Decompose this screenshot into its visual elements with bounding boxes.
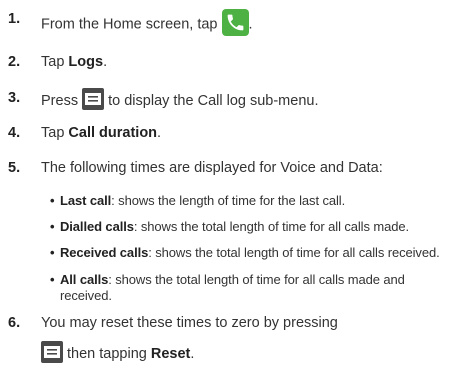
step-number: 2. bbox=[8, 54, 21, 70]
menu-key-icon bbox=[41, 341, 63, 363]
step-text: Press bbox=[41, 92, 83, 109]
step-text: Tap bbox=[41, 54, 69, 70]
step-number: 4. bbox=[8, 125, 21, 141]
step-text: then tapping bbox=[63, 345, 151, 362]
step-text: The following times are displayed for Vo… bbox=[41, 160, 383, 176]
step-text: Tap bbox=[41, 125, 69, 141]
bullet-term: Last call bbox=[60, 193, 112, 208]
step-text-end: . bbox=[103, 54, 108, 70]
bullet-dialled-calls: • Dialled calls: shows the total length o… bbox=[50, 219, 409, 235]
step-text: You may reset these times to zero by pre… bbox=[41, 315, 338, 331]
bullet-term: Dialled calls bbox=[60, 219, 134, 234]
step-number: 5. bbox=[8, 160, 21, 176]
bullet-received-calls: • Received calls: shows the total length … bbox=[50, 245, 440, 261]
step-number: 6. bbox=[8, 315, 21, 331]
step-text-end: to display the Call log sub-menu. bbox=[104, 92, 319, 109]
step-keyword: Reset bbox=[150, 345, 191, 362]
bullet-term: Received calls bbox=[60, 245, 149, 260]
step-text-end: . bbox=[248, 16, 253, 33]
step-keyword: Call duration bbox=[68, 125, 158, 141]
bullet-desc: : shows the total length of time for all… bbox=[148, 245, 440, 260]
bullet-desc-continued: received. bbox=[60, 288, 112, 303]
step-text: From the Home screen, tap bbox=[41, 16, 222, 33]
bullet-dot: • bbox=[50, 219, 55, 234]
bullet-term: All calls bbox=[60, 272, 109, 287]
bullet-dot: • bbox=[50, 193, 55, 208]
menu-key-icon bbox=[82, 88, 105, 110]
bullet-desc: : shows the total length of time for all… bbox=[108, 272, 405, 287]
bullet-dot: • bbox=[50, 272, 55, 287]
bullet-all-calls: • All calls: shows the total length of ti… bbox=[50, 272, 405, 288]
step-number: 3. bbox=[8, 90, 21, 106]
bullet-desc: : shows the length of time for the last … bbox=[111, 193, 346, 208]
step-text-end: . bbox=[190, 345, 195, 362]
step-number: 1. bbox=[8, 11, 21, 27]
step-text-end: . bbox=[157, 125, 162, 141]
step-keyword: Logs bbox=[68, 54, 104, 70]
phone-icon bbox=[221, 9, 249, 36]
bullet-dot: • bbox=[50, 245, 55, 260]
bullet-last-call: • Last call: shows the length of time for… bbox=[50, 193, 345, 209]
bullet-desc: : shows the total length of time for all… bbox=[133, 219, 410, 234]
